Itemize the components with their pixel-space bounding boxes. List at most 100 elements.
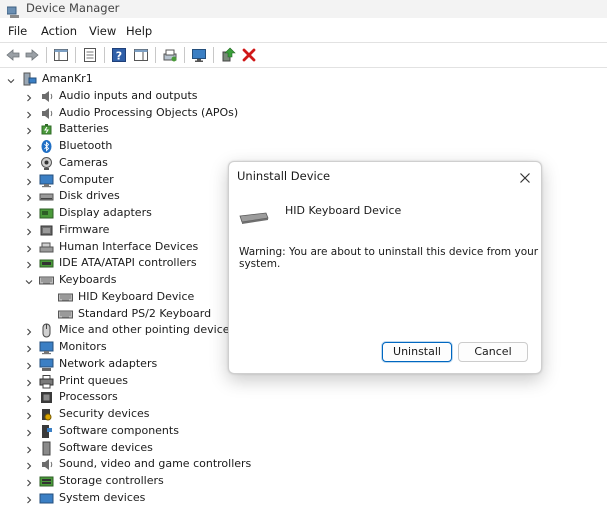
uninstall-button[interactable]: Uninstall <box>382 342 452 362</box>
update-driver-icon[interactable] <box>220 47 236 63</box>
menu-action[interactable]: Action <box>41 24 77 38</box>
cancel-button[interactable]: Cancel <box>458 342 528 362</box>
chevron-right-icon[interactable] <box>25 142 33 152</box>
disk-drive-icon <box>39 189 54 204</box>
toolbar-separator <box>104 47 105 63</box>
tree-device-label: HID Keyboard Device <box>78 289 195 303</box>
menu-view[interactable]: View <box>89 24 116 38</box>
chevron-right-icon[interactable] <box>25 159 33 169</box>
computer-icon <box>39 173 54 188</box>
toolbar-separator <box>184 47 185 63</box>
firmware-icon <box>39 223 54 238</box>
tree-category-label: Bluetooth <box>59 139 113 152</box>
chevron-right-icon[interactable] <box>25 393 33 403</box>
tree-category-label: Audio inputs and outputs <box>59 88 198 102</box>
processor-icon <box>39 390 54 405</box>
monitor-icon[interactable] <box>191 47 207 63</box>
tree-category-label: Print queues <box>59 373 128 387</box>
chevron-right-icon[interactable] <box>25 226 33 236</box>
security-device-icon <box>39 407 54 422</box>
uninstall-device-icon[interactable] <box>241 47 257 63</box>
chevron-right-icon[interactable] <box>25 410 33 420</box>
speaker-icon <box>39 89 54 104</box>
monitor-icon <box>39 340 54 355</box>
menu-help[interactable]: Help <box>126 24 152 38</box>
back-arrow-icon[interactable] <box>5 47 21 63</box>
uninstall-device-dialog: Uninstall Device HID Keyboard Device War… <box>228 161 542 374</box>
chevron-right-icon[interactable] <box>25 92 33 102</box>
tree-category-label: Computer <box>59 172 114 186</box>
chevron-right-icon[interactable] <box>25 326 33 336</box>
tree-category-label: System devices <box>59 490 146 504</box>
chevron-right-icon[interactable] <box>25 209 33 219</box>
tree-category-label: Sound, video and game controllers <box>59 457 252 471</box>
tree-category-label: Monitors <box>59 340 107 353</box>
software-component-icon <box>39 424 54 439</box>
chevron-right-icon[interactable] <box>25 460 33 470</box>
software-device-icon <box>39 441 54 456</box>
toolbar: ? <box>0 42 607 68</box>
tree-category-label: Security devices <box>59 407 150 420</box>
toolbar-separator <box>75 47 76 63</box>
tree-device-label: Standard PS/2 Keyboard <box>78 306 212 320</box>
storage-controller-icon <box>39 474 54 489</box>
chevron-right-icon[interactable] <box>25 427 33 437</box>
toolbar-separator <box>155 47 156 63</box>
speaker-icon <box>39 457 54 472</box>
tree-category-label: IDE ATA/ATAPI controllers <box>59 256 197 270</box>
tree-category-label: Software devices <box>59 440 153 454</box>
title-bar: Device Manager <box>0 0 607 18</box>
tree-category-label: Display adapters <box>59 206 152 219</box>
chevron-right-icon[interactable] <box>25 494 33 504</box>
hid-icon <box>39 240 54 255</box>
keyboard-icon <box>58 307 73 322</box>
toolbar-separator <box>46 47 47 63</box>
help-icon[interactable]: ? <box>111 47 127 63</box>
tree-category-label: Software components <box>59 423 179 437</box>
chevron-right-icon[interactable] <box>25 360 33 370</box>
chevron-down-icon[interactable] <box>25 276 33 285</box>
chevron-right-icon[interactable] <box>25 192 33 202</box>
system-device-icon <box>39 491 54 506</box>
chevron-right-icon[interactable] <box>25 176 33 185</box>
chevron-right-icon[interactable] <box>25 259 33 269</box>
printer-icon <box>39 374 54 389</box>
computer-icon <box>22 72 37 87</box>
chevron-right-icon[interactable] <box>25 125 33 135</box>
dialog-device-name: HID Keyboard Device <box>285 204 402 217</box>
chevron-right-icon[interactable] <box>25 444 33 453</box>
chevron-right-icon[interactable] <box>25 343 33 353</box>
keyboard-icon <box>58 290 73 305</box>
close-icon[interactable] <box>519 169 531 183</box>
properties-icon[interactable] <box>82 47 98 63</box>
show-hide-console-tree-icon[interactable] <box>53 47 69 63</box>
tree-category-label: Network adapters <box>59 356 158 370</box>
display-adapter-icon <box>39 206 54 221</box>
device-manager-app-icon <box>6 3 20 18</box>
tree-root-label: AmanKr1 <box>42 72 93 85</box>
speaker-icon <box>39 106 54 121</box>
mouse-icon <box>39 323 54 338</box>
ide-controller-icon <box>39 256 54 271</box>
chevron-down-icon[interactable] <box>7 75 15 84</box>
action-pane-icon[interactable] <box>133 47 149 63</box>
tree-category-label: Cameras <box>59 155 108 169</box>
tree-category-label: Keyboards <box>59 273 117 286</box>
menu-file[interactable]: File <box>8 24 27 38</box>
network-adapter-icon <box>39 357 54 372</box>
dialog-warning-text: Warning: You are about to uninstall this… <box>239 246 539 270</box>
chevron-right-icon[interactable] <box>25 477 33 487</box>
tree-category-label: Processors <box>59 390 118 404</box>
keyboard-device-icon <box>239 210 269 224</box>
chevron-right-icon[interactable] <box>25 377 33 386</box>
tree-category-label: Human Interface Devices <box>59 239 199 253</box>
chevron-right-icon[interactable] <box>25 109 33 118</box>
tree-category-label: Mice and other pointing devices <box>59 323 236 337</box>
forward-arrow-icon[interactable] <box>24 47 40 63</box>
tree-category-label: Batteries <box>59 122 109 136</box>
scan-hardware-changes-icon[interactable] <box>162 47 178 63</box>
chevron-right-icon[interactable] <box>25 243 33 252</box>
tree-category-label: Storage controllers <box>59 474 164 487</box>
window-title: Device Manager <box>26 1 120 15</box>
bluetooth-icon <box>39 139 54 154</box>
